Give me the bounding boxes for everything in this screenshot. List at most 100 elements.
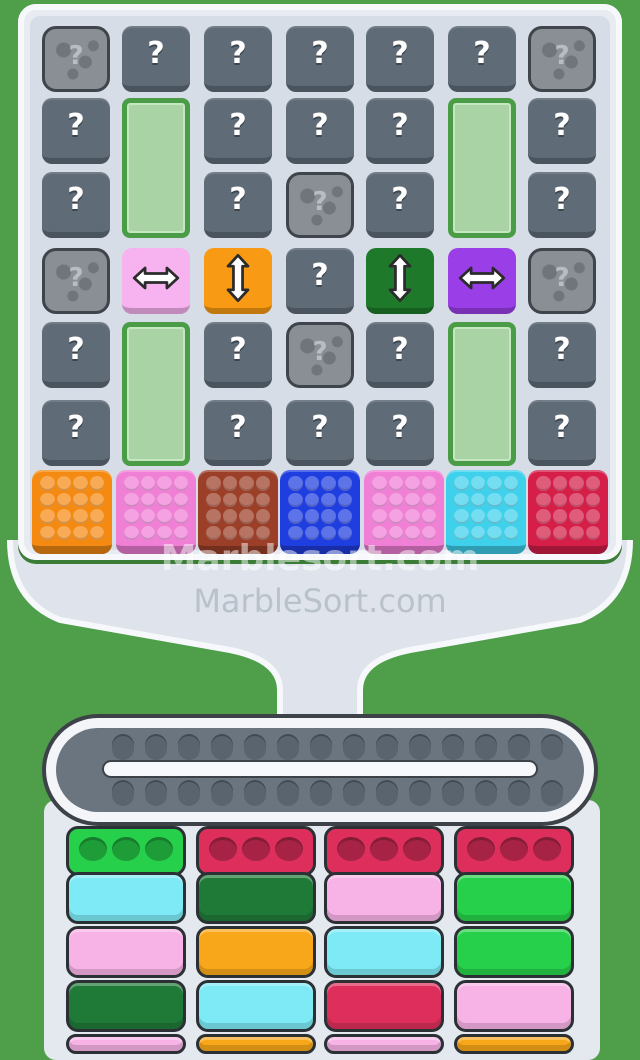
hidden-tile[interactable]: ? [286,26,354,92]
hidden-tile[interactable]: ? [528,322,596,388]
watermark-secondary: MarbleSort.com [193,582,447,620]
hidden-tile[interactable]: ? [448,26,516,92]
horizontal-arrow-tile[interactable] [122,248,190,314]
question-mark-icon: ? [391,332,409,367]
hidden-tile[interactable]: ? [366,172,434,238]
marble [536,492,551,507]
conveyor-slot [343,734,365,760]
hidden-tile[interactable]: ? [204,98,272,164]
tray-segment [324,926,444,978]
hidden-tile[interactable]: ? [366,400,434,466]
question-mark-icon: ? [391,108,409,143]
hidden-tile[interactable]: ? [42,98,110,164]
marble [421,492,436,507]
marble [124,476,139,491]
marble [304,492,319,507]
tray-holes [467,837,561,861]
marble [337,492,352,507]
conveyor-slot [211,734,233,760]
marble [124,509,139,524]
tray-segment [454,1034,574,1054]
marble [454,509,469,524]
hidden-tile[interactable]: ? [286,248,354,314]
stone-block-tile: ? [286,172,354,238]
conveyor-rail [104,762,536,776]
conveyor-slot [343,780,365,806]
vertical-arrow-tile[interactable] [204,248,272,314]
horizontal-arrow-tile[interactable] [448,248,516,314]
tray-head[interactable] [454,826,574,876]
hidden-tile[interactable]: ? [528,400,596,466]
marble [454,492,469,507]
hidden-tile[interactable]: ? [366,26,434,92]
marble [255,476,270,491]
conveyor-slot [145,780,167,806]
marble [56,492,71,507]
marble-cluster [124,476,188,540]
marble [487,509,502,524]
marble [56,509,71,524]
tray-hole [500,837,528,861]
marble [337,476,352,491]
conveyor-slot [310,734,332,760]
stone-block-tile: ? [286,322,354,388]
marble-cluster [372,476,436,540]
marble [40,476,55,491]
marble [288,492,303,507]
tray-head[interactable] [196,826,316,876]
hidden-tile[interactable]: ? [42,322,110,388]
hidden-tile[interactable]: ? [204,172,272,238]
marble [140,476,155,491]
tray-hole [337,837,365,861]
tray-segment [66,872,186,924]
marble [157,509,172,524]
marble [585,476,600,491]
conveyor-slot [244,780,266,806]
marble [388,509,403,524]
hidden-tile[interactable]: ? [42,400,110,466]
question-mark-icon: ? [554,263,570,293]
hidden-tile[interactable]: ? [42,172,110,238]
hidden-tile[interactable]: ? [204,26,272,92]
marble [206,476,221,491]
hidden-tile[interactable]: ? [286,400,354,466]
marble [239,492,254,507]
marble [421,476,436,491]
marble [321,509,336,524]
conveyor-slot [475,734,497,760]
vertical-arrow-tile[interactable] [366,248,434,314]
question-mark-icon: ? [311,410,329,445]
tray-head[interactable] [66,826,186,876]
conveyor-slot [376,780,398,806]
marble-cluster [288,476,352,540]
marble [569,492,584,507]
marble [173,476,188,491]
hidden-tile[interactable]: ? [204,322,272,388]
double-arrow-vertical-icon [366,248,434,308]
hidden-tile[interactable]: ? [528,172,596,238]
tray-hole [145,837,173,861]
marble [239,476,254,491]
conveyor-slot [310,780,332,806]
double-arrow-vertical-icon [204,248,272,308]
question-mark-icon: ? [67,332,85,367]
marble [388,476,403,491]
stone-block-tile: ? [528,26,596,92]
marble [206,509,221,524]
marble [73,509,88,524]
marble [536,476,551,491]
hidden-tile[interactable]: ? [286,98,354,164]
hidden-tile[interactable]: ? [204,400,272,466]
tray-head[interactable] [324,826,444,876]
hidden-tile[interactable]: ? [122,26,190,92]
hidden-tile[interactable]: ? [366,322,434,388]
marble [157,492,172,507]
marble [569,476,584,491]
hidden-tile[interactable]: ? [528,98,596,164]
marble [288,509,303,524]
hidden-tile[interactable]: ? [366,98,434,164]
empty-slot [122,98,190,238]
conveyor-slot [376,734,398,760]
question-mark-icon: ? [229,332,247,367]
marble [552,509,567,524]
